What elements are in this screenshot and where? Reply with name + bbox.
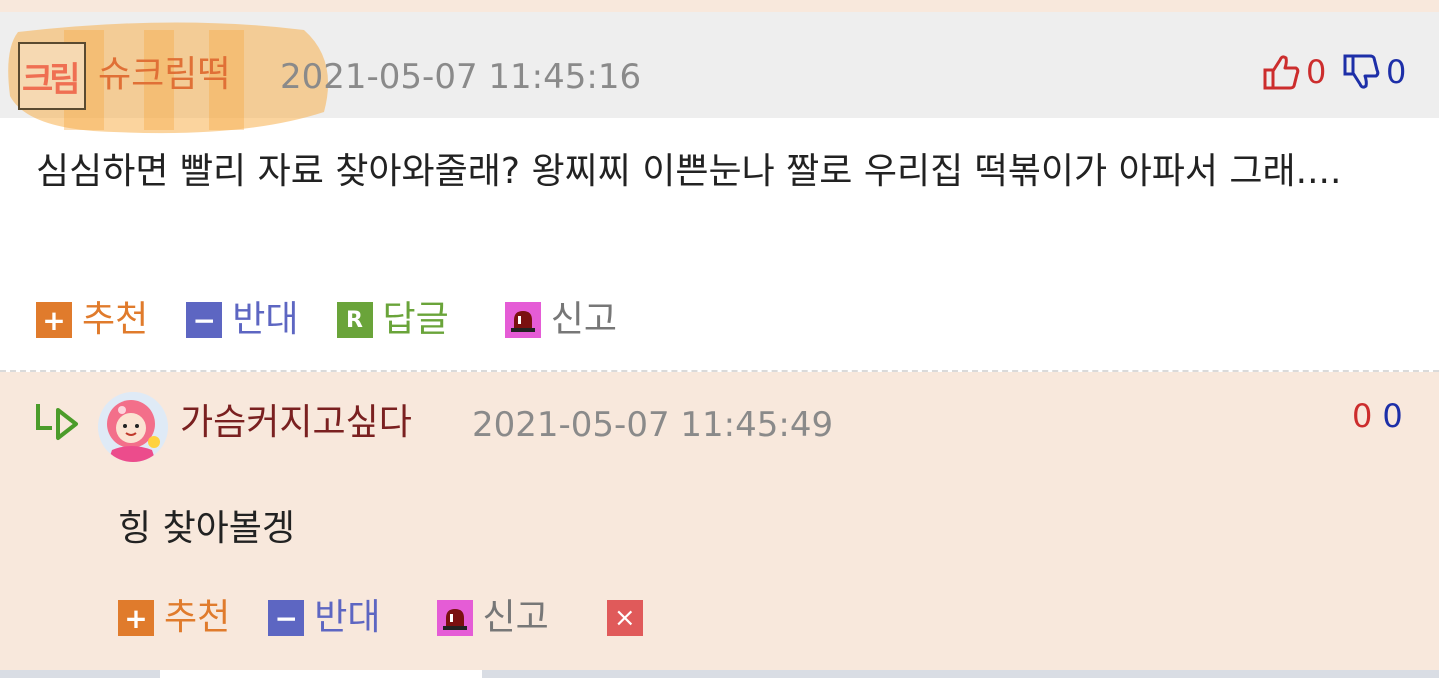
nickname[interactable]: 가슴커지고싶다	[180, 398, 412, 448]
recommend-button[interactable]: + 추천	[118, 594, 230, 642]
comment-actions: + 추천 − 반대 R 답글 신고	[36, 296, 617, 344]
bottom-strip-segment	[160, 670, 482, 678]
comment-body: 심심하면 빨리 자료 찾아와줄래? 왕찌찌 이쁜눈나 짤로 우리집 떡볶이가 아…	[36, 151, 1342, 192]
avatar-label: 크림	[22, 60, 81, 100]
oppose-button[interactable]: − 반대	[186, 296, 299, 344]
oppose-button[interactable]: − 반대	[268, 594, 381, 642]
report-label: 신고	[482, 597, 549, 638]
reply-button[interactable]: R 답글	[336, 296, 449, 344]
thumbs-down-icon	[1343, 54, 1380, 89]
thumbs-up-icon	[1263, 55, 1300, 90]
downvote-button[interactable]: 0	[1342, 52, 1406, 92]
upvote-count: 0	[1352, 397, 1373, 435]
delete-button[interactable]: ×	[606, 600, 643, 636]
oppose-label: 반대	[232, 299, 299, 340]
reply-actions: + 추천 − 반대 신고 ×	[118, 594, 643, 642]
avatar-character-image	[98, 392, 168, 462]
top-strip	[0, 0, 1439, 12]
plus-icon: +	[36, 302, 72, 338]
report-button[interactable]: 신고	[436, 594, 549, 642]
minus-icon: −	[268, 600, 305, 636]
downvote-count: 0	[1382, 397, 1403, 435]
report-button[interactable]: 신고	[504, 296, 617, 344]
reply-arrow-icon	[36, 404, 78, 440]
recommend-button[interactable]: + 추천	[36, 296, 148, 344]
minus-icon: −	[186, 302, 223, 338]
siren-icon	[436, 600, 473, 636]
close-icon: ×	[606, 600, 643, 636]
upvote-button[interactable]: 0	[1262, 52, 1326, 92]
plus-icon: +	[118, 600, 154, 636]
comment-header: 크림 슈크림떡 2021-05-07 11:45:16 0 0	[0, 12, 1439, 134]
downvote-count: 0	[1386, 53, 1407, 91]
recommend-label: 추천	[82, 299, 149, 340]
bottom-strip	[0, 670, 1439, 678]
reply-comment: 가슴커지고싶다 2021-05-07 11:45:49 0 0 힝 찾아볼겡 +…	[0, 372, 1439, 670]
avatar[interactable]	[98, 392, 168, 462]
reply-vote-counts: 0 0	[1352, 396, 1403, 436]
upvote-count: 0	[1306, 53, 1327, 91]
reply-body: 힝 찾아볼겡	[118, 508, 296, 549]
report-label: 신고	[550, 299, 617, 340]
siren-icon	[504, 302, 541, 338]
oppose-label: 반대	[314, 597, 381, 638]
reply-r-icon: R	[336, 302, 373, 338]
recommend-label: 추천	[164, 597, 231, 638]
timestamp: 2021-05-07 11:45:16	[280, 57, 642, 97]
reply-label: 답글	[382, 299, 449, 340]
timestamp: 2021-05-07 11:45:49	[472, 405, 834, 445]
avatar[interactable]: 크림	[18, 42, 86, 110]
nickname[interactable]: 슈크림떡	[98, 50, 230, 100]
